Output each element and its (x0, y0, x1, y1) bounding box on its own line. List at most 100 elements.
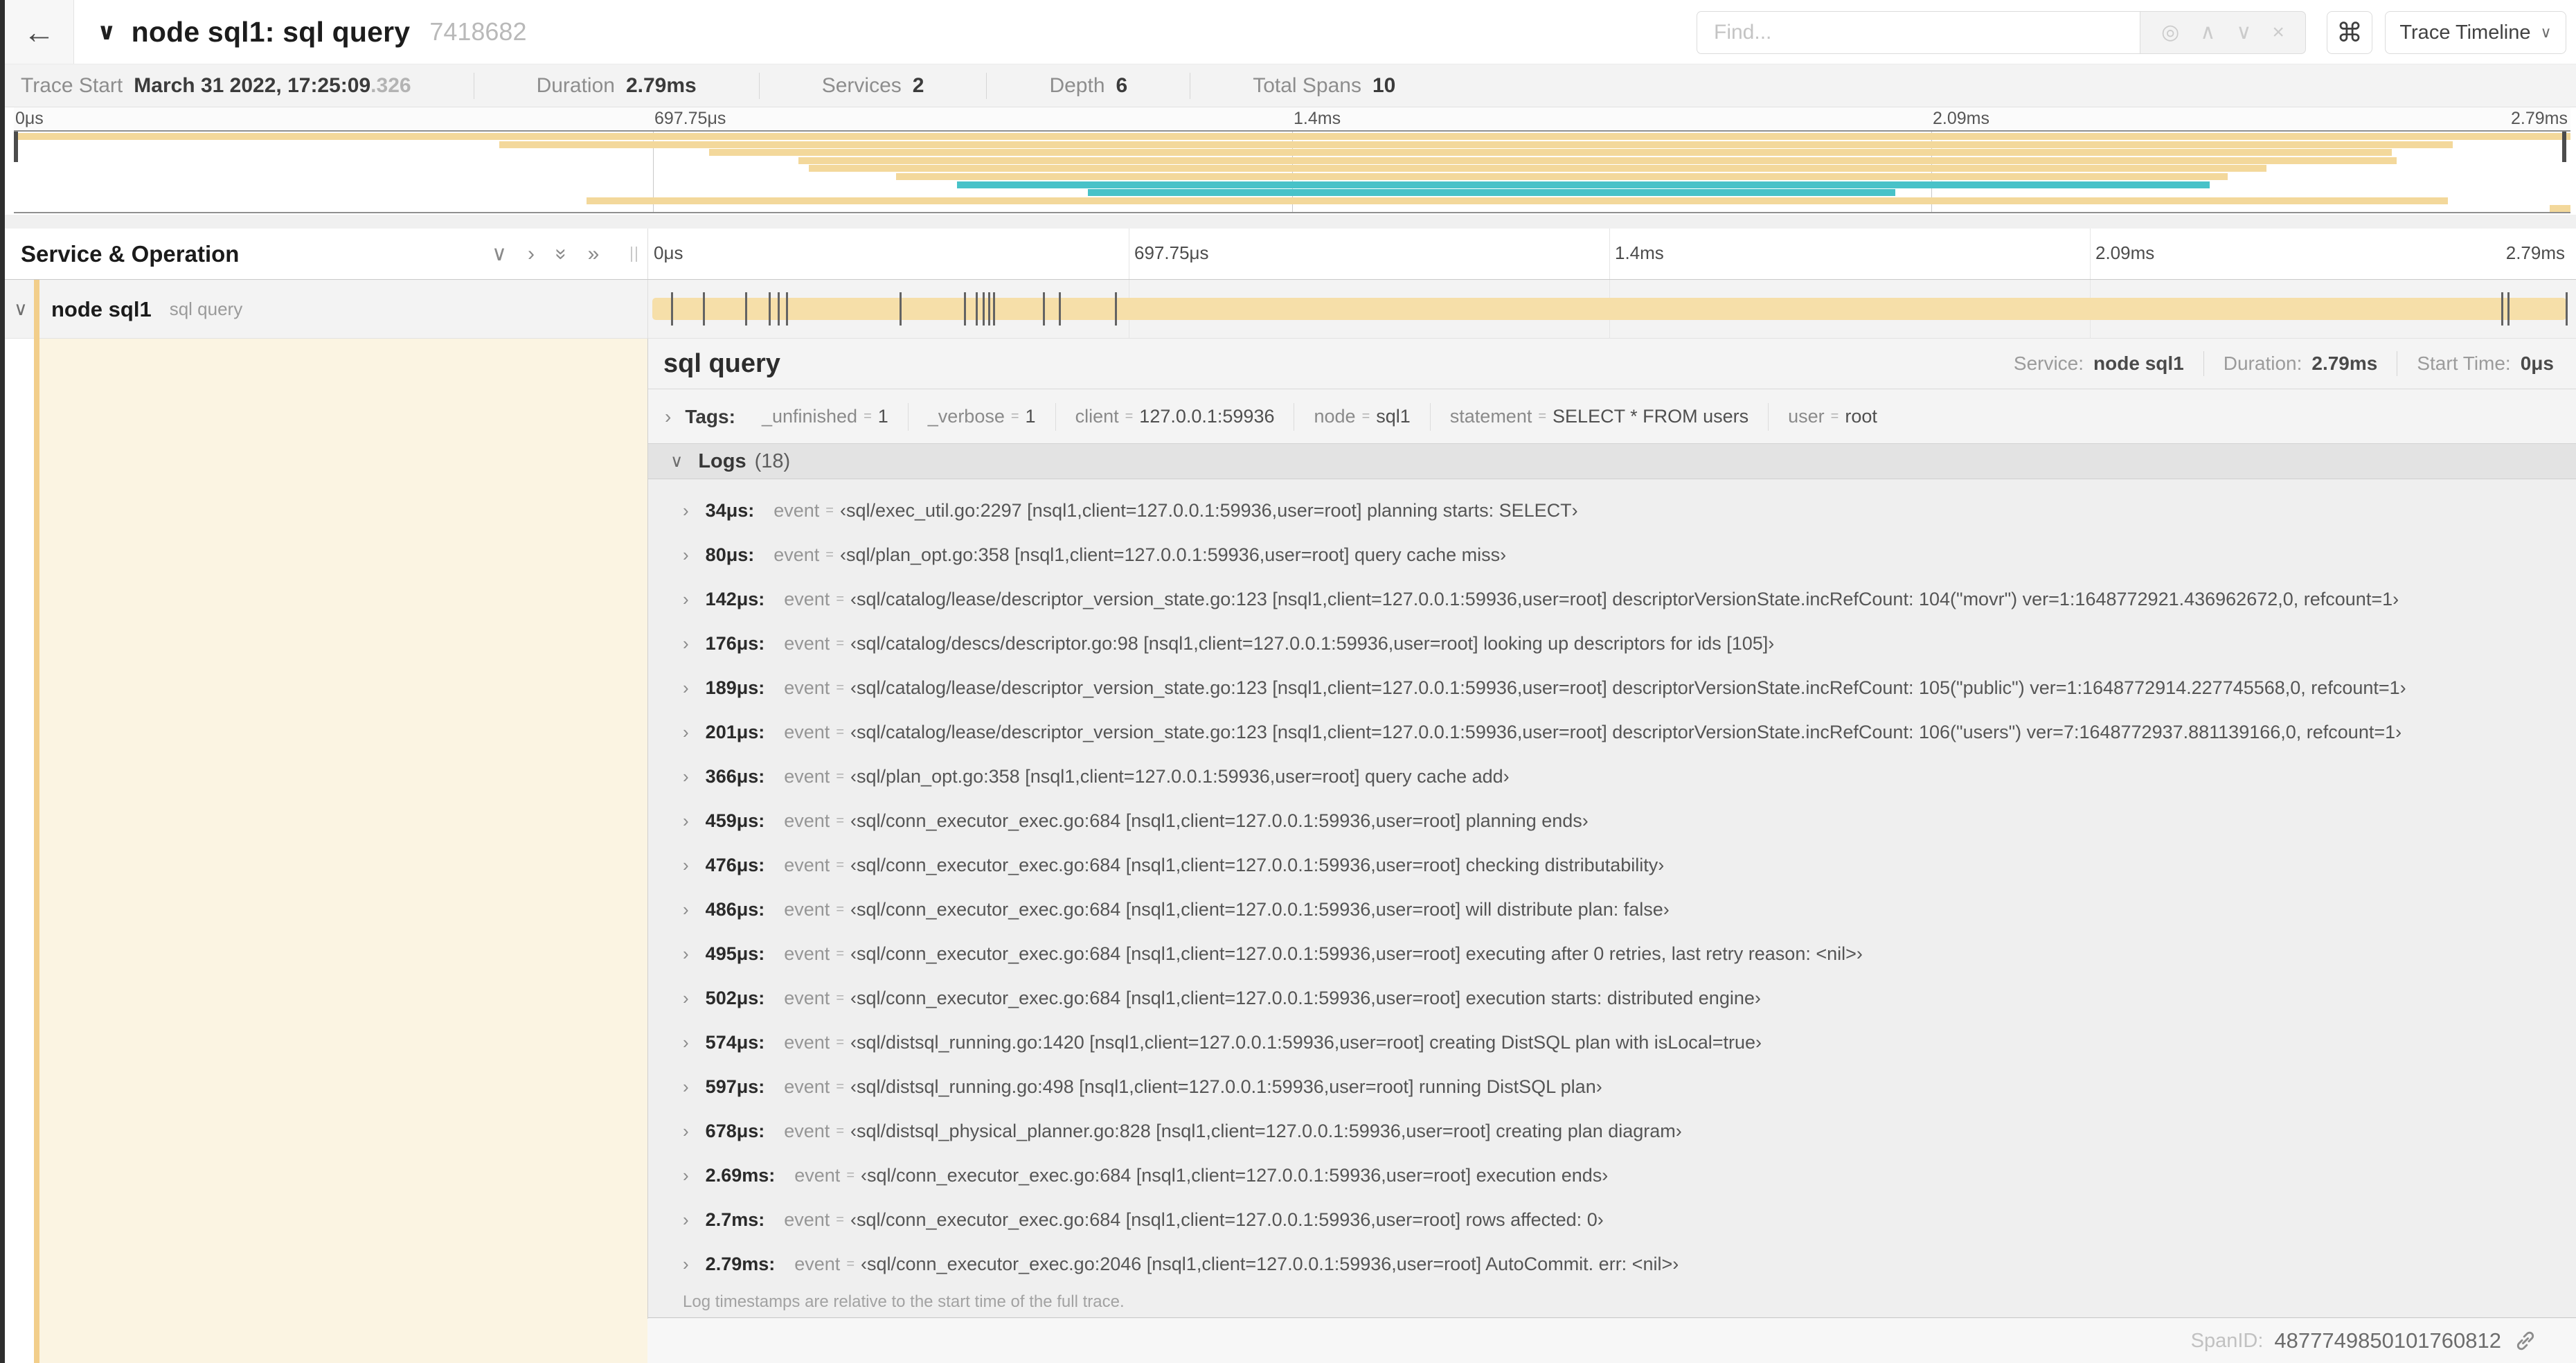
equals-sign: = (836, 591, 844, 607)
span-row-node-sql1[interactable]: ∨ node sql1 sql query (0, 280, 2576, 339)
column-resize-handle[interactable] (627, 242, 641, 266)
detail-info-value: 2.79ms (2311, 353, 2378, 374)
log-timestamp: 459μs: (705, 810, 765, 831)
log-marker (785, 292, 788, 326)
log-marker (670, 292, 673, 326)
equals-sign: = (836, 1211, 844, 1227)
detail-info-label: Duration: (2223, 353, 2302, 374)
log-field-value: ‹sql/exec_util.go:2297 [nsql1,client=127… (839, 499, 1578, 521)
detail-info-item: Service: node sql1 (1994, 351, 2204, 376)
log-field-key: event (784, 632, 830, 654)
tag-item[interactable]: user = root (1769, 403, 1897, 431)
log-marker (2566, 292, 2568, 326)
keyboard-shortcuts-button[interactable]: ⌘ (2327, 11, 2372, 54)
log-row[interactable]: › 34μs: event = ‹sql/exec_util.go:2297 [nsql… (648, 488, 2576, 533)
log-field-key: event (784, 943, 830, 964)
tag-item[interactable]: _unfinished = 1 (742, 402, 909, 431)
log-row[interactable]: › 574μs: event = ‹sql/distsql_running.go:142… (648, 1020, 2576, 1064)
tag-item[interactable]: node = sql1 (1294, 402, 1431, 431)
chevron-down-icon[interactable]: ∨ (670, 451, 683, 472)
tag-item[interactable]: client = 127.0.0.1:59936 (1056, 402, 1295, 431)
log-timestamp: 597μs: (705, 1076, 765, 1097)
log-row[interactable]: › 80μs: event = ‹sql/plan_opt.go:358 [nsql1,… (648, 533, 2576, 577)
log-marker (769, 292, 771, 326)
log-field-value: ‹sql/distsql_physical_planner.go:828 [ns… (850, 1120, 1682, 1141)
expand-one-icon[interactable]: › (528, 242, 535, 266)
summary-value: 2 (912, 73, 924, 97)
chevron-right-icon: › (683, 588, 689, 609)
log-row[interactable]: › 2.79ms: event = ‹sql/conn_executor_exec.go… (648, 1242, 2576, 1286)
log-row[interactable]: › 476μs: event = ‹sql/conn_executor_exec.go:… (648, 843, 2576, 887)
log-marker (900, 292, 902, 326)
collapse-all-icon[interactable]: » (549, 248, 573, 260)
tags-section[interactable]: › Tags: _unfinished = 1 _verbose = 1 client = 12… (648, 390, 2576, 443)
log-row[interactable]: › 366μs: event = ‹sql/plan_opt.go:358 [nsql1… (648, 754, 2576, 799)
clear-find-icon[interactable]: × (2272, 22, 2284, 43)
span-bar-track[interactable] (647, 280, 2570, 339)
log-row[interactable]: › 2.69ms: event = ‹sql/conn_executor_exec.go… (648, 1153, 2576, 1197)
equals-sign: = (836, 724, 844, 740)
collapse-trace-icon[interactable]: ∨ (97, 18, 116, 46)
prev-match-icon[interactable]: ∧ (2200, 22, 2215, 43)
log-row[interactable]: › 486μs: event = ‹sql/conn_executor_exec.go:… (648, 887, 2576, 932)
log-timestamp: 2.69ms: (705, 1164, 776, 1186)
equals-sign: = (825, 546, 834, 562)
equals-sign: = (836, 1123, 844, 1139)
minimap-span (709, 149, 2392, 157)
log-row[interactable]: › 201μs: event = ‹sql/catalog/lease/descript… (648, 710, 2576, 754)
detail-info-value: node sql1 (2093, 353, 2184, 374)
log-field-key: event (784, 1209, 830, 1230)
find-input[interactable] (1697, 11, 2140, 54)
tag-value: sql1 (1376, 406, 1411, 427)
next-match-icon[interactable]: ∨ (2236, 22, 2251, 43)
minimap-canvas[interactable] (14, 130, 2570, 213)
log-marker (963, 292, 966, 326)
summary-value: March 31 2022, 17:25:09 (134, 73, 371, 97)
log-row[interactable]: › 142μs: event = ‹sql/catalog/lease/descript… (648, 577, 2576, 621)
span-duration-bar[interactable] (652, 298, 2566, 320)
minimap-tick-label: 1.4ms (1294, 109, 1341, 128)
log-row[interactable]: › 597μs: event = ‹sql/distsql_running.go:498… (648, 1064, 2576, 1109)
collapse-one-icon[interactable]: ∨ (492, 242, 507, 266)
chevron-right-icon: › (683, 898, 689, 920)
range-scrubber-left[interactable] (14, 132, 18, 162)
summary-label: Total Spans (1253, 73, 1361, 97)
minimap-span (14, 133, 2570, 140)
minimap-span (895, 173, 2228, 180)
range-scrubber-right[interactable] (2562, 132, 2566, 162)
log-row[interactable]: › 2.7ms: event = ‹sql/conn_executor_exec.go:… (648, 1197, 2576, 1242)
tag-key: user (1788, 406, 1825, 427)
log-row[interactable]: › 495μs: event = ‹sql/conn_executor_exec.go:… (648, 932, 2576, 976)
chevron-right-icon[interactable]: › (665, 406, 671, 428)
equals-sign: = (825, 502, 834, 518)
expand-all-icon[interactable]: » (588, 242, 600, 266)
back-button[interactable]: ← (5, 0, 74, 64)
log-row[interactable]: › 678μs: event = ‹sql/distsql_physical_plann… (648, 1109, 2576, 1153)
logs-label: Logs (698, 449, 746, 472)
tag-item[interactable]: statement = SELECT * FROM users (1431, 402, 1769, 431)
summary-label: Depth (1049, 73, 1105, 97)
log-row[interactable]: › 189μs: event = ‹sql/catalog/lease/descript… (648, 666, 2576, 710)
log-row[interactable]: › 502μs: event = ‹sql/conn_executor_exec.go:… (648, 976, 2576, 1020)
log-row[interactable]: › 459μs: event = ‹sql/conn_executor_exec.go:… (648, 799, 2576, 843)
span-expander-icon[interactable]: ∨ (14, 280, 28, 339)
summary-item: Trace Start March 31 2022, 17:25:09.326 (21, 72, 474, 99)
log-row[interactable]: › 176μs: event = ‹sql/catalog/descs/descript… (648, 621, 2576, 666)
log-marker (1059, 292, 1062, 326)
log-timestamp: 366μs: (705, 765, 765, 787)
trace-page-header: ← ∨ node sql1: sql query 7418682 ◎ ∧ ∨ ×… (0, 0, 2576, 64)
equals-sign: = (836, 1078, 844, 1094)
summary-value: 10 (1372, 73, 1396, 97)
span-detail-panel: sql query Service: node sql1 Duration: 2.79… (647, 339, 2576, 1319)
equals-sign: = (846, 1167, 855, 1183)
focus-match-icon[interactable]: ◎ (2161, 22, 2179, 43)
log-field-key: event (784, 721, 830, 742)
log-field-value: ‹sql/catalog/lease/descriptor_version_st… (850, 588, 2399, 609)
trace-view-selector[interactable]: Trace Timeline ∨ (2385, 11, 2566, 54)
link-icon[interactable] (2514, 1329, 2537, 1353)
chevron-right-icon: › (683, 765, 689, 787)
log-field-key: event (784, 765, 830, 787)
minimap-span (499, 141, 2453, 148)
logs-section-header[interactable]: ∨ Logs (18) (648, 443, 2576, 479)
tag-item[interactable]: _verbose = 1 (909, 402, 1056, 431)
